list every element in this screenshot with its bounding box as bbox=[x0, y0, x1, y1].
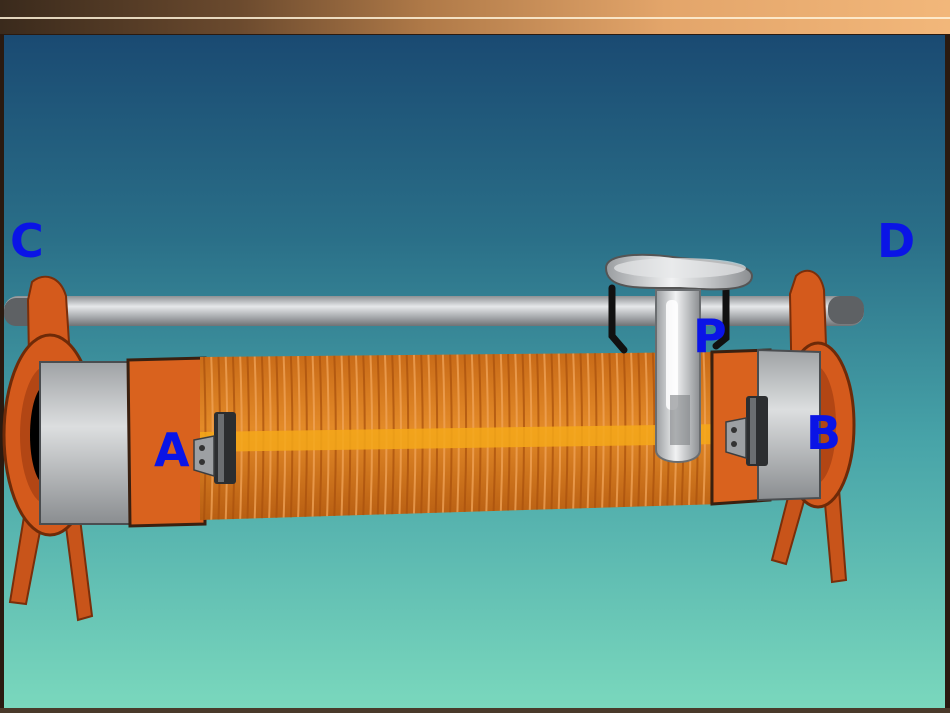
resistance-coil bbox=[200, 351, 722, 521]
rheostat-diagram: C D A B P bbox=[2, 214, 915, 622]
label-c: C bbox=[10, 214, 44, 268]
label-a: A bbox=[154, 423, 190, 477]
metal-rod bbox=[4, 296, 864, 326]
label-d: D bbox=[877, 214, 915, 268]
label-b: B bbox=[806, 406, 841, 460]
label-p: P bbox=[693, 309, 727, 363]
